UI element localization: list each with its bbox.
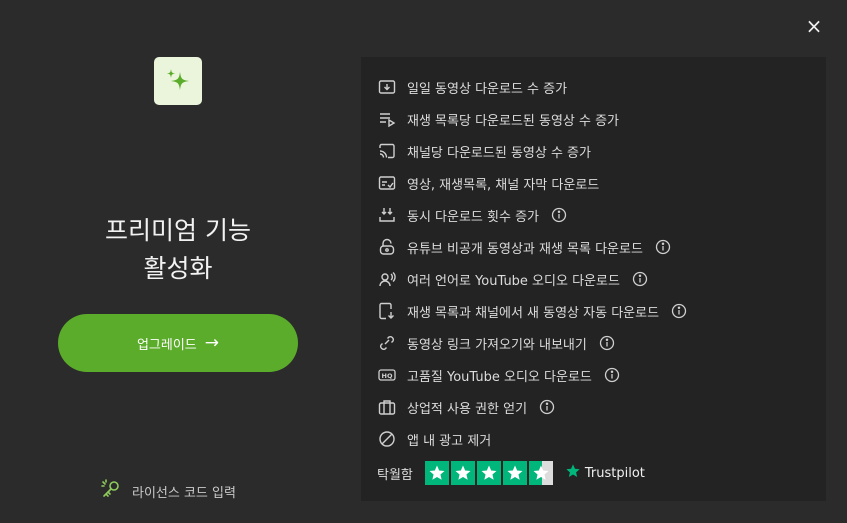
feature-label: 동영상 링크 가져오기와 내보내기 bbox=[407, 337, 587, 353]
subtitles-icon bbox=[377, 173, 397, 193]
trustpilot-brand: Trustpilot bbox=[584, 465, 645, 481]
feature-link-import-export: 동영상 링크 가져오기와 내보내기 bbox=[377, 327, 817, 359]
feature-label: 재생 목록과 채널에서 새 동영상 자동 다운로드 bbox=[407, 305, 660, 321]
feature-label: 재생 목록당 다운로드된 동영상 수 증가 bbox=[407, 113, 620, 129]
info-icon[interactable] bbox=[604, 367, 620, 383]
star-icon bbox=[450, 461, 475, 485]
page-title: 프리미엄 기능 활성화 bbox=[58, 212, 298, 288]
license-label: 라이선스 코드 입력 bbox=[132, 485, 236, 501]
playlist-icon bbox=[377, 109, 397, 129]
briefcase-icon bbox=[377, 397, 397, 417]
star-icon bbox=[476, 461, 501, 485]
close-button[interactable]: × bbox=[804, 16, 824, 36]
info-icon[interactable] bbox=[632, 271, 648, 287]
hq-audio-icon: HQ bbox=[377, 365, 397, 385]
info-icon[interactable] bbox=[655, 239, 671, 255]
feature-label: 앱 내 광고 제거 bbox=[407, 433, 492, 449]
link-icon bbox=[377, 333, 397, 353]
feature-concurrent: 동시 다운로드 횟수 증가 bbox=[377, 199, 817, 231]
voice-language-icon bbox=[377, 269, 397, 289]
feature-private-videos: 유튜브 비공개 동영상과 재생 목록 다운로드 bbox=[377, 231, 817, 263]
feature-label: 채널당 다운로드된 동영상 수 증가 bbox=[407, 145, 591, 161]
upgrade-button[interactable]: 업그레이드 → bbox=[58, 314, 298, 372]
half-star-icon bbox=[528, 461, 553, 485]
info-icon[interactable] bbox=[599, 335, 615, 351]
feature-no-ads: 앱 내 광고 제거 bbox=[377, 423, 817, 455]
license-code-link[interactable]: 라이선스 코드 입력 bbox=[100, 478, 236, 504]
feature-label: 상업적 사용 권한 얻기 bbox=[407, 401, 528, 417]
info-icon[interactable] bbox=[551, 207, 567, 223]
arrow-right-icon: → bbox=[204, 332, 220, 353]
trustpilot-rating: 탁월함 Trustpilot bbox=[377, 461, 645, 485]
feature-panel: 일일 동영상 다운로드 수 증가 재생 목록당 다운로드된 동영상 수 증가 채… bbox=[361, 57, 826, 501]
no-ads-icon bbox=[377, 429, 397, 449]
trustpilot-logo: Trustpilot bbox=[565, 463, 645, 483]
channel-cast-icon bbox=[377, 141, 397, 161]
feature-list: 일일 동영상 다운로드 수 증가 재생 목록당 다운로드된 동영상 수 증가 채… bbox=[377, 71, 817, 455]
rating-label: 탁월함 bbox=[377, 467, 413, 483]
unlock-icon bbox=[377, 237, 397, 257]
svg-text:HQ: HQ bbox=[382, 372, 393, 380]
feature-commercial-use: 상업적 사용 권한 얻기 bbox=[377, 391, 817, 423]
trustpilot-star-icon bbox=[565, 463, 581, 483]
feature-daily-downloads: 일일 동영상 다운로드 수 증가 bbox=[377, 71, 817, 103]
feature-label: 일일 동영상 다운로드 수 증가 bbox=[407, 81, 568, 97]
star-icon bbox=[424, 461, 449, 485]
feature-channel-downloads: 채널당 다운로드된 동영상 수 증가 bbox=[377, 135, 817, 167]
feature-label: 고품질 YouTube 오디오 다운로드 bbox=[407, 369, 592, 385]
title-line-1: 프리미엄 기능 bbox=[105, 216, 251, 245]
promo-column: 프리미엄 기능 활성화 업그레이드 → 라이선스 코드 입력 bbox=[0, 0, 356, 523]
feature-label: 여러 언어로 YouTube 오디오 다운로드 bbox=[407, 273, 620, 289]
rating-stars bbox=[424, 461, 553, 485]
star-icon bbox=[502, 461, 527, 485]
concurrent-download-icon bbox=[377, 205, 397, 225]
feature-label: 영상, 재생목록, 채널 자막 다운로드 bbox=[407, 177, 600, 193]
feature-auto-download: 재생 목록과 채널에서 새 동영상 자동 다운로드 bbox=[377, 295, 817, 327]
key-icon bbox=[100, 478, 122, 504]
feature-label: 동시 다운로드 횟수 증가 bbox=[407, 209, 539, 225]
title-line-2: 활성화 bbox=[143, 254, 213, 283]
feature-multi-language-audio: 여러 언어로 YouTube 오디오 다운로드 bbox=[377, 263, 817, 295]
feature-label: 유튜브 비공개 동영상과 재생 목록 다운로드 bbox=[407, 241, 643, 257]
feature-playlist-downloads: 재생 목록당 다운로드된 동영상 수 증가 bbox=[377, 103, 817, 135]
video-download-icon bbox=[377, 77, 397, 97]
auto-download-icon bbox=[377, 301, 397, 321]
info-icon[interactable] bbox=[671, 303, 687, 319]
sparkle-logo-icon bbox=[154, 57, 202, 105]
feature-subtitles: 영상, 재생목록, 채널 자막 다운로드 bbox=[377, 167, 817, 199]
upgrade-label: 업그레이드 bbox=[136, 337, 197, 353]
feature-hq-audio: HQ 고품질 YouTube 오디오 다운로드 bbox=[377, 359, 817, 391]
info-icon[interactable] bbox=[539, 399, 555, 415]
